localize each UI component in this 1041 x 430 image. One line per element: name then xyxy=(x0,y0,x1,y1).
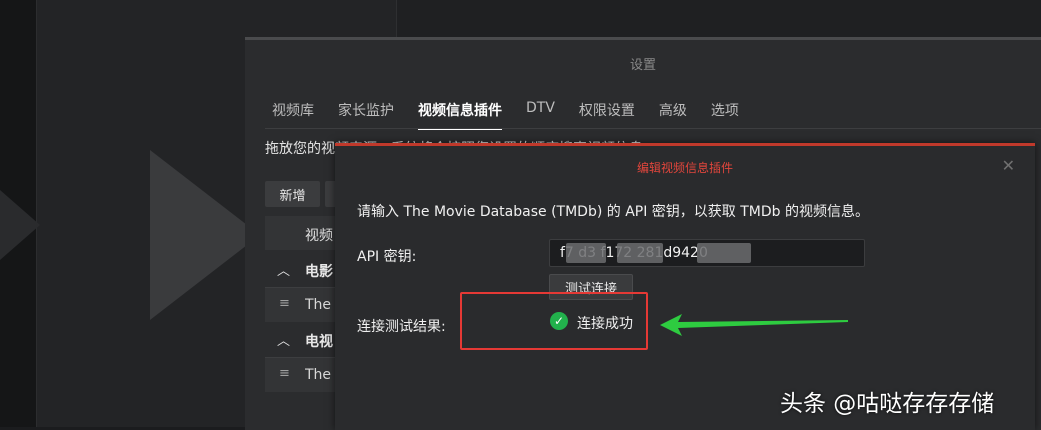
chevron-up-icon: ︿ xyxy=(277,334,291,349)
list-item[interactable]: ≡ The I xyxy=(265,357,345,392)
watermark: 头条 @咕哒存存存储 xyxy=(780,391,995,417)
drag-handle-icon[interactable]: ≡ xyxy=(279,366,290,381)
play-icon xyxy=(150,150,260,320)
group-tv[interactable]: ︿ 电视 xyxy=(265,322,345,358)
tab-video-info-plugin[interactable]: 视频信息插件 xyxy=(418,100,502,130)
tab-video-library[interactable]: 视频库 xyxy=(272,100,314,130)
list-item-label: The I xyxy=(305,297,337,313)
arrow-icon xyxy=(660,314,848,336)
list-item-label: The I xyxy=(305,367,337,383)
dialog-info-text: 请输入 The Movie Database (TMDb) 的 API 密钥，以… xyxy=(357,204,869,220)
table-header-label: 视频 xyxy=(305,228,333,244)
group-movie[interactable]: ︿ 电影 xyxy=(265,252,345,288)
tab-advanced[interactable]: 高级 xyxy=(659,100,687,130)
settings-title: 设置 xyxy=(629,58,656,73)
tab-options[interactable]: 选项 xyxy=(711,100,739,130)
settings-tabs: 视频库 家长监护 视频信息插件 DTV 权限设置 高级 选项 xyxy=(272,100,763,130)
right-top-panel xyxy=(396,0,1041,40)
table-header: 视频 xyxy=(265,216,345,250)
result-label: 连接测试结果: xyxy=(357,319,446,335)
new-button[interactable]: 新增 xyxy=(265,181,320,207)
redaction-mask xyxy=(617,243,663,263)
api-key-label: API 密钥: xyxy=(357,249,417,265)
drag-handle-icon[interactable]: ≡ xyxy=(279,296,290,311)
highlight-box xyxy=(460,292,648,350)
tab-dtv[interactable]: DTV xyxy=(526,100,555,130)
redaction-mask xyxy=(697,243,751,263)
tab-parental-control[interactable]: 家长监护 xyxy=(338,100,394,130)
tabs-divider xyxy=(265,128,1041,129)
chevron-up-icon: ︿ xyxy=(277,264,291,279)
prev-icon xyxy=(0,190,40,260)
close-icon[interactable]: ✕ xyxy=(1002,156,1015,175)
list-item[interactable]: ≡ The I xyxy=(265,287,345,322)
group-label: 电影 xyxy=(305,264,333,280)
redaction-mask xyxy=(566,243,606,263)
group-label: 电视 xyxy=(305,334,333,350)
dialog-title: 编辑视频信息插件 xyxy=(636,161,733,175)
tab-permissions[interactable]: 权限设置 xyxy=(579,100,635,130)
